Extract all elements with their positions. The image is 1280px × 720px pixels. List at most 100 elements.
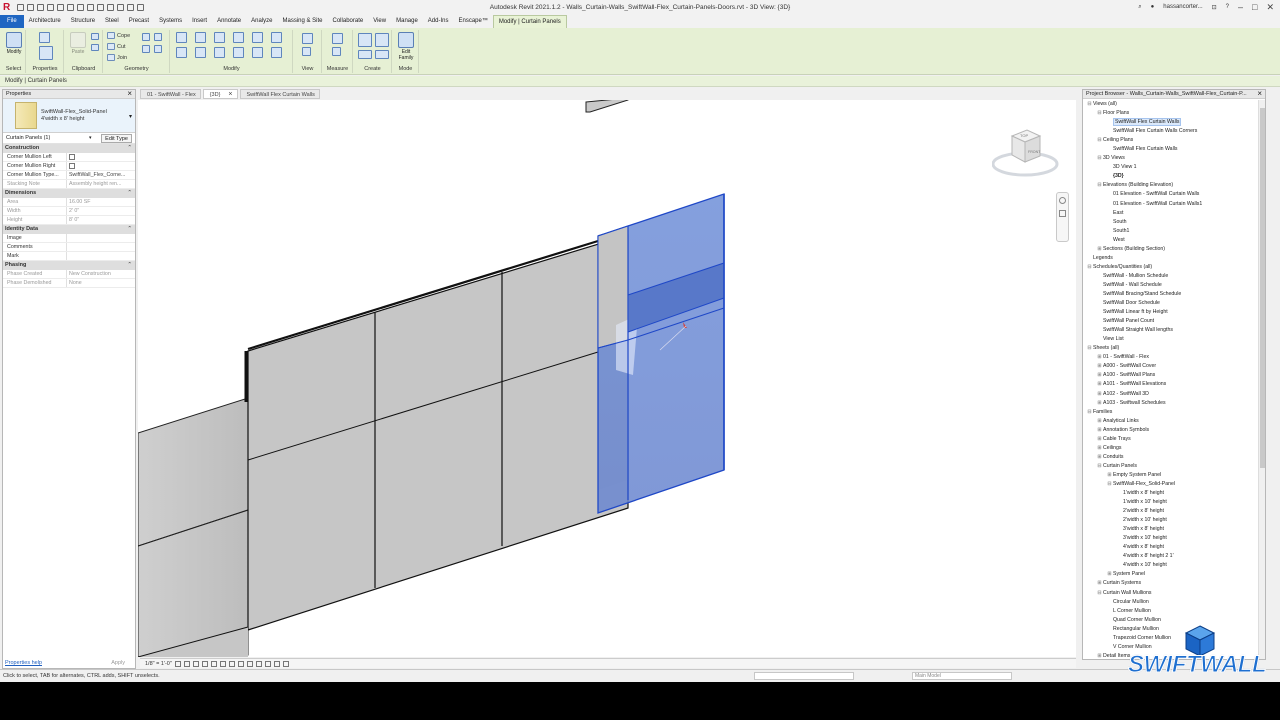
group-label-select[interactable]: Select	[2, 66, 25, 72]
browser-item[interactable]: ⊟3D Views	[1083, 154, 1259, 163]
worksharing-icon[interactable]	[264, 660, 271, 667]
properties-help-link[interactable]: Properties help	[5, 658, 42, 668]
browser-item[interactable]: 01 Elevation - SwiftWall Curtain Walls1	[1083, 200, 1259, 209]
property-value[interactable]: 2' 0"	[67, 207, 135, 215]
expand-toggle-icon[interactable]: ⊞	[1096, 426, 1103, 435]
save-icon[interactable]	[27, 4, 34, 11]
maximize-icon[interactable]: □	[1252, 2, 1257, 12]
close-icon[interactable]: ✕	[1266, 2, 1274, 12]
ribbon-tab[interactable]: Architecture	[24, 15, 66, 28]
open-icon[interactable]	[17, 4, 24, 11]
measure-icon[interactable]	[77, 4, 84, 11]
model-drawing[interactable]	[138, 100, 1076, 657]
expand-toggle-icon[interactable]: ⊟	[1106, 480, 1113, 489]
browser-item[interactable]: 3'width x 8' height	[1083, 525, 1259, 534]
expand-toggle-icon[interactable]: ⊟	[1096, 154, 1103, 163]
reveal-hidden-icon[interactable]	[255, 660, 262, 667]
browser-item[interactable]: SwiftWall Door Schedule	[1083, 299, 1259, 308]
browser-item[interactable]: SwiftWall Flex Curtain Walls	[1083, 145, 1259, 154]
browser-item[interactable]: SwiftWall Bracing/Stand Schedule	[1083, 290, 1259, 299]
viewcube[interactable]: TOP FRONT	[992, 122, 1062, 192]
ribbon-tab[interactable]: Massing & Site	[277, 15, 327, 28]
browser-item[interactable]: ⊞A103 - Swiftwall Schedules	[1083, 399, 1259, 408]
search-icon[interactable]: ⌕	[1138, 4, 1141, 11]
ribbon-tab[interactable]: View	[368, 15, 391, 28]
paint-icon[interactable]	[154, 33, 162, 41]
apply-button[interactable]: Apply	[111, 658, 125, 668]
property-value[interactable]	[67, 153, 135, 161]
lock-view-icon[interactable]	[237, 660, 244, 667]
browser-item[interactable]: ⊟Elevations (Building Elevation)	[1083, 181, 1259, 190]
browser-item[interactable]: ⊟Families	[1083, 408, 1259, 417]
measure-tool-icon[interactable]	[332, 33, 343, 44]
browser-item[interactable]: ⊞A000 - SwiftWall Cover	[1083, 362, 1259, 371]
align-icon[interactable]	[176, 32, 187, 43]
ribbon-tab[interactable]: File	[0, 15, 24, 28]
browser-item[interactable]: 1'width x 10' height	[1083, 498, 1259, 507]
user-name[interactable]: hassancorter...	[1163, 4, 1202, 10]
move-icon[interactable]	[176, 47, 187, 58]
thin-lines-icon[interactable]	[127, 4, 134, 11]
browser-item[interactable]: 2'width x 10' height	[1083, 516, 1259, 525]
browser-item[interactable]: ⊞A101 - SwiftWall Elevations	[1083, 380, 1259, 389]
browser-item[interactable]: 3'width x 10' height	[1083, 534, 1259, 543]
collapse-icon[interactable]: ⌃	[127, 189, 132, 198]
copy-modify-icon[interactable]	[195, 47, 206, 58]
property-value[interactable]: None	[67, 279, 135, 287]
scrollbar-thumb[interactable]	[1260, 108, 1265, 468]
expand-toggle-icon[interactable]: ⊟	[1096, 136, 1103, 145]
browser-item[interactable]: SwiftWall Linear ft by Height	[1083, 308, 1259, 317]
text-icon[interactable]	[97, 4, 104, 11]
split-icon[interactable]	[252, 32, 263, 43]
navigation-bar[interactable]	[1056, 192, 1069, 242]
ribbon-tab[interactable]: Analyze	[246, 15, 277, 28]
expand-toggle-icon[interactable]: ⊞	[1096, 245, 1103, 254]
expand-toggle-icon[interactable]: ⊞	[1106, 471, 1113, 480]
revit-logo-icon[interactable]: R	[3, 2, 13, 13]
ribbon-tab[interactable]: Enscape™	[453, 15, 492, 28]
collapse-icon[interactable]: ⌃	[127, 144, 132, 153]
help-icon[interactable]: ?	[1226, 4, 1229, 10]
expand-toggle-icon[interactable]: ⊞	[1096, 652, 1103, 659]
browser-item[interactable]: L Corner Mullion	[1083, 607, 1259, 616]
dimension-icon[interactable]	[87, 4, 94, 11]
property-value[interactable]	[67, 234, 135, 242]
expand-toggle-icon[interactable]: ⊞	[1096, 453, 1103, 462]
section-icon[interactable]	[117, 4, 124, 11]
chevron-down-icon[interactable]: ▾	[89, 133, 92, 144]
chevron-down-icon[interactable]: ▾	[129, 113, 132, 120]
cart-icon[interactable]: ⊡	[1212, 4, 1217, 11]
browser-item[interactable]: ⊟Ceiling Plans	[1083, 136, 1259, 145]
property-section-header[interactable]: Dimensions ⌃	[3, 189, 135, 198]
curtain-wall[interactable]	[247, 234, 629, 631]
3d-view-canvas[interactable]: TOP FRONT	[138, 100, 1076, 657]
expand-toggle-icon[interactable]: ⊟	[1086, 263, 1093, 272]
property-value[interactable]: New Construction	[67, 270, 135, 278]
browser-item[interactable]: 2'width x 8' height	[1083, 507, 1259, 516]
create-similar-icon[interactable]	[375, 50, 389, 59]
minimize-icon[interactable]: –	[1238, 2, 1243, 12]
override-icon[interactable]	[302, 47, 311, 56]
browser-item[interactable]: ⊟SwiftWall-Flex_Solid-Panel	[1083, 480, 1259, 489]
browser-item[interactable]: ⊟Sheets (all)	[1083, 344, 1259, 353]
mirror-axis-icon[interactable]	[214, 32, 225, 43]
collapse-icon[interactable]: ⌃	[127, 261, 132, 270]
expand-toggle-icon[interactable]: ⊞	[1096, 390, 1103, 399]
browser-item[interactable]: ⊟Schedules/Quantities (all)	[1083, 263, 1259, 272]
close-tab-icon[interactable]: ×	[228, 91, 232, 98]
highlight-displacement-icon[interactable]	[282, 660, 289, 667]
browser-item[interactable]: ⊞Annotation Symbols	[1083, 426, 1259, 435]
create-parts-icon[interactable]	[375, 33, 389, 47]
property-checkbox[interactable]	[69, 163, 75, 169]
detail-level-icon[interactable]	[174, 660, 181, 667]
browser-item[interactable]: 01 Elevation - SwiftWall Curtain Walls	[1083, 190, 1259, 199]
browser-item[interactable]: ⊟Curtain Panels	[1083, 462, 1259, 471]
collapse-icon[interactable]: ⌃	[127, 225, 132, 234]
expand-toggle-icon[interactable]: ⊞	[1096, 371, 1103, 380]
visual-style-icon[interactable]	[183, 660, 190, 667]
zoom-icon[interactable]	[1059, 210, 1066, 217]
expand-toggle-icon[interactable]: ⊞	[1096, 353, 1103, 362]
type-selector[interactable]: SwiftWall-Flex_Solid-Panel 4'width x 8' …	[3, 99, 135, 133]
hide-icon[interactable]	[302, 33, 313, 44]
browser-item[interactable]: ⊞System Panel	[1083, 570, 1259, 579]
